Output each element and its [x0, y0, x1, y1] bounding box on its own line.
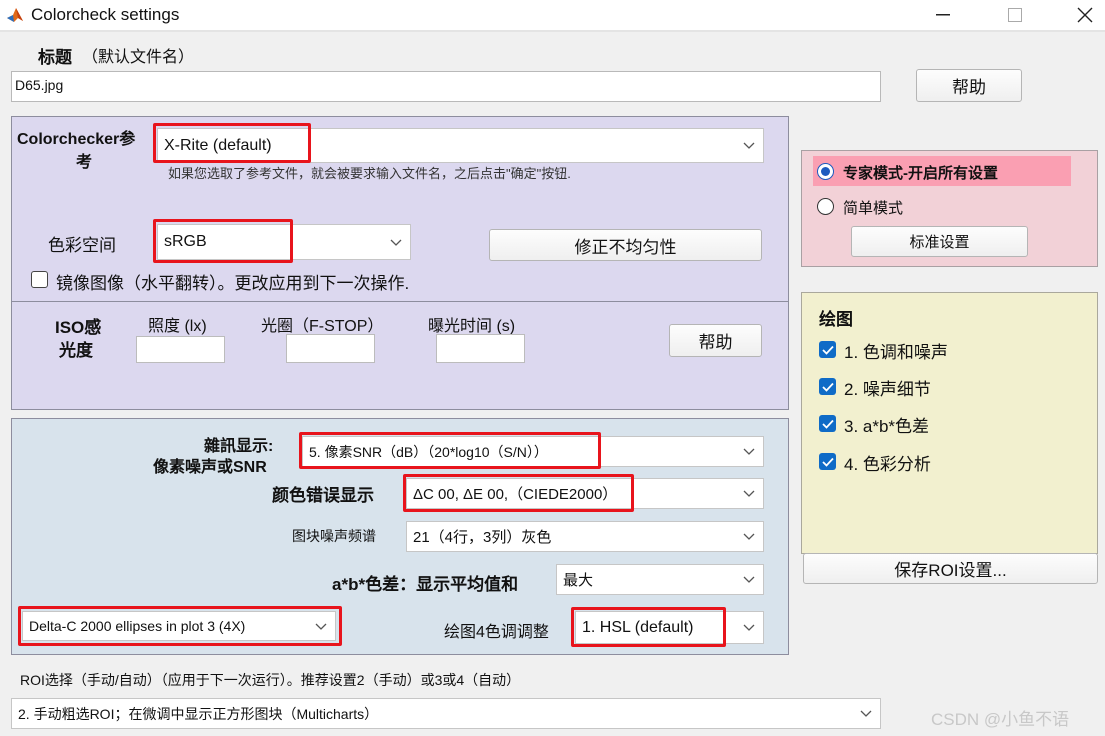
iso-label-line1: ISO感: [55, 318, 102, 337]
colorspace-select-value: sRGB: [164, 233, 207, 250]
plot2-checkbox[interactable]: [819, 378, 836, 395]
ellipse-value: Delta-C 2000 ellipses in plot 3 (4X): [29, 618, 246, 634]
reference-hint: 如果您选取了参考文件，就会被要求输入文件名，之后点击"确定"按钮.: [168, 166, 571, 181]
title-help-button[interactable]: 帮助: [916, 69, 1022, 102]
exposure-time-input[interactable]: [436, 334, 525, 363]
exposure-help-button[interactable]: 帮助: [669, 324, 762, 357]
maximize-icon: [1008, 8, 1022, 22]
roi-label: ROI选择（手动/自动）（应用于下一次运行）。推荐设置2（手动）或3或4（自动）: [20, 672, 521, 688]
plot1-checkbox[interactable]: [819, 341, 836, 358]
reference-divider: [11, 301, 789, 302]
exposure-time-label: 曝光时间 (s): [428, 318, 516, 335]
mirror-label: 镜像图像（水平翻转）。更改应用到下一次操作.: [56, 274, 410, 293]
mirror-checkbox[interactable]: [31, 271, 48, 288]
checkmark-icon: [821, 419, 834, 429]
chevron-down-icon: [388, 225, 404, 259]
simple-mode-radio[interactable]: [817, 198, 834, 215]
checkmark-icon: [821, 345, 834, 355]
chevron-down-icon: [741, 437, 757, 466]
color-error-select[interactable]: ΔC 00, ΔE 00,（CIEDE2000）: [406, 478, 764, 509]
expert-mode-radio[interactable]: [817, 163, 834, 180]
ab-value: 最大: [563, 572, 594, 589]
color-error-value: ΔC 00, ΔE 00,（CIEDE2000）: [413, 486, 618, 503]
title-divider: [0, 30, 1105, 32]
illuminance-label: 照度 (lx): [148, 318, 207, 335]
patch-spectrum-select[interactable]: 21（4行，3列）灰色: [406, 521, 764, 552]
minimize-button[interactable]: [920, 0, 966, 30]
plot4-checkbox[interactable]: [819, 453, 836, 470]
chevron-down-icon: [741, 479, 757, 508]
reference-select[interactable]: X-Rite (default): [157, 128, 764, 163]
expert-mode-label: 专家模式-开启所有设置: [843, 165, 998, 182]
ab-select[interactable]: 最大: [556, 564, 764, 595]
patch-spectrum-value: 21（4行，3列）灰色: [413, 529, 552, 546]
save-roi-button[interactable]: 保存ROI设置...: [803, 553, 1098, 584]
plot3-label: 3. a*b*色差: [844, 417, 930, 436]
ab-label: a*b*色差：显示平均值和: [332, 575, 519, 594]
colorspace-select[interactable]: sRGB: [157, 224, 411, 260]
plot1-label: 1. 色调和噪声: [844, 343, 948, 362]
noise-display-select[interactable]: 5. 像素SNR（dB）（20*log10（S/N））: [302, 436, 764, 467]
roi-value: 2. 手动粗选ROI；在微调中显示正方形图块（Multicharts）: [18, 705, 379, 722]
plot4-check-label: 4. 色彩分析: [844, 455, 931, 474]
plot3-checkbox[interactable]: [819, 415, 836, 432]
noise-display-value: 5. 像素SNR（dB）（20*log10（S/N））: [309, 443, 548, 460]
reference-select-value: X-Rite (default): [164, 136, 272, 154]
illuminance-input[interactable]: [136, 336, 225, 363]
standard-settings-button[interactable]: 标准设置: [851, 226, 1028, 257]
plot4-select[interactable]: 1. HSL (default): [575, 611, 764, 644]
matlab-app-icon: [6, 6, 24, 24]
iso-label-line2: 光度: [59, 341, 93, 360]
plot4-label: 绘图4色调调整: [444, 624, 549, 641]
checkmark-icon: [821, 457, 834, 467]
minimize-icon: [936, 14, 950, 16]
noise-label-line2: 像素噪声或SNR: [153, 459, 267, 476]
window-title: Colorcheck settings: [31, 5, 180, 24]
plot2-label: 2. 噪声细节: [844, 380, 931, 399]
ellipse-select[interactable]: Delta-C 2000 ellipses in plot 3 (4X): [22, 611, 336, 641]
title-hint: （默认文件名）: [82, 49, 195, 66]
close-icon: [1077, 7, 1093, 23]
close-button[interactable]: [1062, 0, 1105, 30]
simple-mode-label: 简单模式: [843, 200, 904, 217]
roi-select[interactable]: 2. 手动粗选ROI；在微调中显示正方形图块（Multicharts）: [11, 698, 881, 729]
title-label: 标题: [38, 48, 72, 67]
chevron-down-icon: [858, 699, 874, 728]
colorspace-label: 色彩空间: [48, 236, 116, 255]
fix-nonuniformity-button[interactable]: 修正不均匀性: [489, 229, 762, 261]
watermark-text: CSDN @小鱼不语: [931, 710, 1070, 729]
color-error-label: 颜色错误显示: [272, 486, 374, 505]
colorchecker-label-line2: 考: [76, 154, 93, 171]
chevron-down-icon: [313, 612, 329, 640]
colorchecker-label-line1: Colorchecker参: [17, 131, 136, 148]
checkmark-icon: [821, 382, 834, 392]
aperture-label: 光圈（F-STOP）: [261, 318, 384, 335]
chevron-down-icon: [741, 129, 757, 162]
maximize-button[interactable]: [992, 0, 1038, 30]
chevron-down-icon: [741, 522, 757, 551]
patch-spectrum-label: 图块噪声频谱: [292, 528, 376, 544]
aperture-input[interactable]: [286, 334, 375, 363]
chevron-down-icon: [741, 565, 757, 594]
title-input[interactable]: D65.jpg: [11, 71, 881, 102]
chevron-down-icon: [741, 612, 757, 643]
plot-heading: 绘图: [819, 310, 853, 329]
plot4-value: 1. HSL (default): [582, 618, 694, 636]
